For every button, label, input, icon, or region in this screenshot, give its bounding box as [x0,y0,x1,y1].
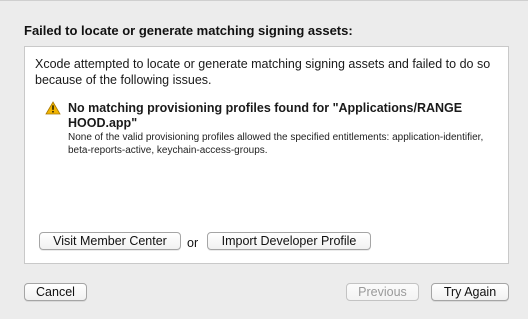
dialog-title: Failed to locate or generate matching si… [24,23,353,38]
try-again-button[interactable]: Try Again [431,283,509,301]
import-developer-profile-button[interactable]: Import Developer Profile [207,232,371,250]
signing-assets-error-dialog: Failed to locate or generate matching si… [0,0,528,319]
cancel-button[interactable]: Cancel [24,283,87,301]
issues-panel: Xcode attempted to locate or generate ma… [24,46,509,264]
or-label: or [187,236,199,250]
warning-icon [45,101,61,115]
previous-button[interactable]: Previous [346,283,419,301]
error-message: Xcode attempted to locate or generate ma… [35,57,491,87]
issue-detail: None of the valid provisioning profiles … [68,132,484,156]
visit-member-center-button[interactable]: Visit Member Center [39,232,181,250]
issue-title: No matching provisioning profiles found … [68,101,463,130]
